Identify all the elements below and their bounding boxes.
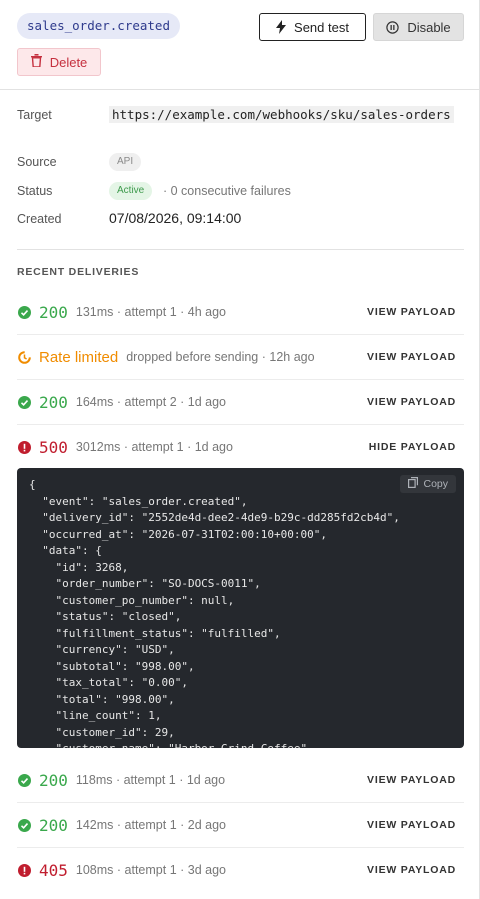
copy-button[interactable]: Copy xyxy=(400,475,456,493)
delivery-row: 200 142ms · attempt 1 · 2d ago VIEW PAYL… xyxy=(17,803,464,848)
delivery-detail: 164ms · attempt 2 · 1d ago xyxy=(75,395,226,409)
target-url: https://example.com/webhooks/sku/sales-o… xyxy=(109,105,459,125)
delivery-row: 200 164ms · attempt 2 · 1d ago VIEW PAYL… xyxy=(17,380,464,425)
trash-icon xyxy=(30,54,42,70)
send-test-label: Send test xyxy=(294,19,349,35)
failure-count: · 0 consecutive failures xyxy=(163,184,291,198)
delivery-status: 500 xyxy=(39,437,68,457)
copy-label: Copy xyxy=(423,478,448,490)
source-badge: API xyxy=(109,153,142,171)
view-payload-button[interactable]: VIEW PAYLOAD xyxy=(367,306,456,318)
event-name-chip: sales_order.created xyxy=(17,13,180,39)
delivery-detail: dropped before sending · 12h ago xyxy=(126,350,315,364)
view-payload-button[interactable]: VIEW PAYLOAD xyxy=(367,774,456,786)
view-payload-button[interactable]: VIEW PAYLOAD xyxy=(367,819,456,831)
delivery-row: 500 3012ms · attempt 1 · 1d ago HIDE PAY… xyxy=(17,425,464,469)
check-circle-icon xyxy=(17,395,31,409)
error-circle-icon xyxy=(17,440,31,454)
delivery-status: Rate limited xyxy=(39,348,119,366)
delivery-row: Rate limited dropped before sending · 12… xyxy=(17,335,464,380)
view-payload-button[interactable]: VIEW PAYLOAD xyxy=(367,351,456,363)
status-badge: Active xyxy=(109,182,153,200)
source-label: Source xyxy=(17,155,57,169)
check-circle-icon xyxy=(17,773,31,787)
payload-viewer: { "event": "sales_order.created", "deliv… xyxy=(17,468,464,748)
deliveries-heading: RECENT DELIVERIES xyxy=(17,266,140,278)
delivery-detail: 3012ms · attempt 1 · 1d ago xyxy=(75,440,233,454)
delivery-status: 200 xyxy=(39,815,68,835)
delete-label: Delete xyxy=(49,54,88,70)
delivery-row: 200 131ms · attempt 1 · 4h ago VIEW PAYL… xyxy=(17,290,464,335)
rate-limit-icon xyxy=(17,350,31,364)
pause-circle-icon xyxy=(386,20,400,34)
delivery-status: 200 xyxy=(39,770,68,790)
delivery-status: 200 xyxy=(39,392,68,412)
delivery-status: 200 xyxy=(39,302,68,322)
created-value: 07/08/2026, 09:14:00 xyxy=(109,210,242,226)
error-circle-icon xyxy=(17,863,31,877)
disable-label: Disable xyxy=(407,19,451,35)
status-label: Status xyxy=(17,184,53,198)
delivery-status: 405 xyxy=(39,860,68,880)
delete-button[interactable]: Delete xyxy=(17,48,101,76)
delivery-row: 405 108ms · attempt 1 · 3d ago VIEW PAYL… xyxy=(17,848,464,892)
view-payload-button[interactable]: VIEW PAYLOAD xyxy=(367,396,456,408)
bolt-icon xyxy=(276,20,287,34)
webhook-header: sales_order.created Send test Disable De… xyxy=(17,13,464,77)
check-circle-icon xyxy=(17,305,31,319)
view-payload-button[interactable]: VIEW PAYLOAD xyxy=(367,864,456,876)
send-test-button[interactable]: Send test xyxy=(259,13,366,41)
check-circle-icon xyxy=(17,818,31,832)
payload-json[interactable]: { "event": "sales_order.created", "deliv… xyxy=(29,477,400,748)
details-divider xyxy=(17,249,464,250)
target-label: Target xyxy=(17,108,52,122)
disable-button[interactable]: Disable xyxy=(373,13,464,41)
delivery-detail: 131ms · attempt 1 · 4h ago xyxy=(75,305,226,319)
created-label: Created xyxy=(17,212,62,226)
delivery-detail: 108ms · attempt 1 · 3d ago xyxy=(75,863,226,877)
target-url-text: https://example.com/webhooks/sku/sales-o… xyxy=(109,106,454,123)
delivery-detail: 142ms · attempt 1 · 2d ago xyxy=(75,818,226,832)
copy-icon xyxy=(408,477,419,491)
hide-payload-button[interactable]: HIDE PAYLOAD xyxy=(369,441,456,453)
delivery-detail: 118ms · attempt 1 · 1d ago xyxy=(75,773,226,787)
header-divider xyxy=(0,89,479,90)
delivery-row: 200 118ms · attempt 1 · 1d ago VIEW PAYL… xyxy=(17,758,464,803)
